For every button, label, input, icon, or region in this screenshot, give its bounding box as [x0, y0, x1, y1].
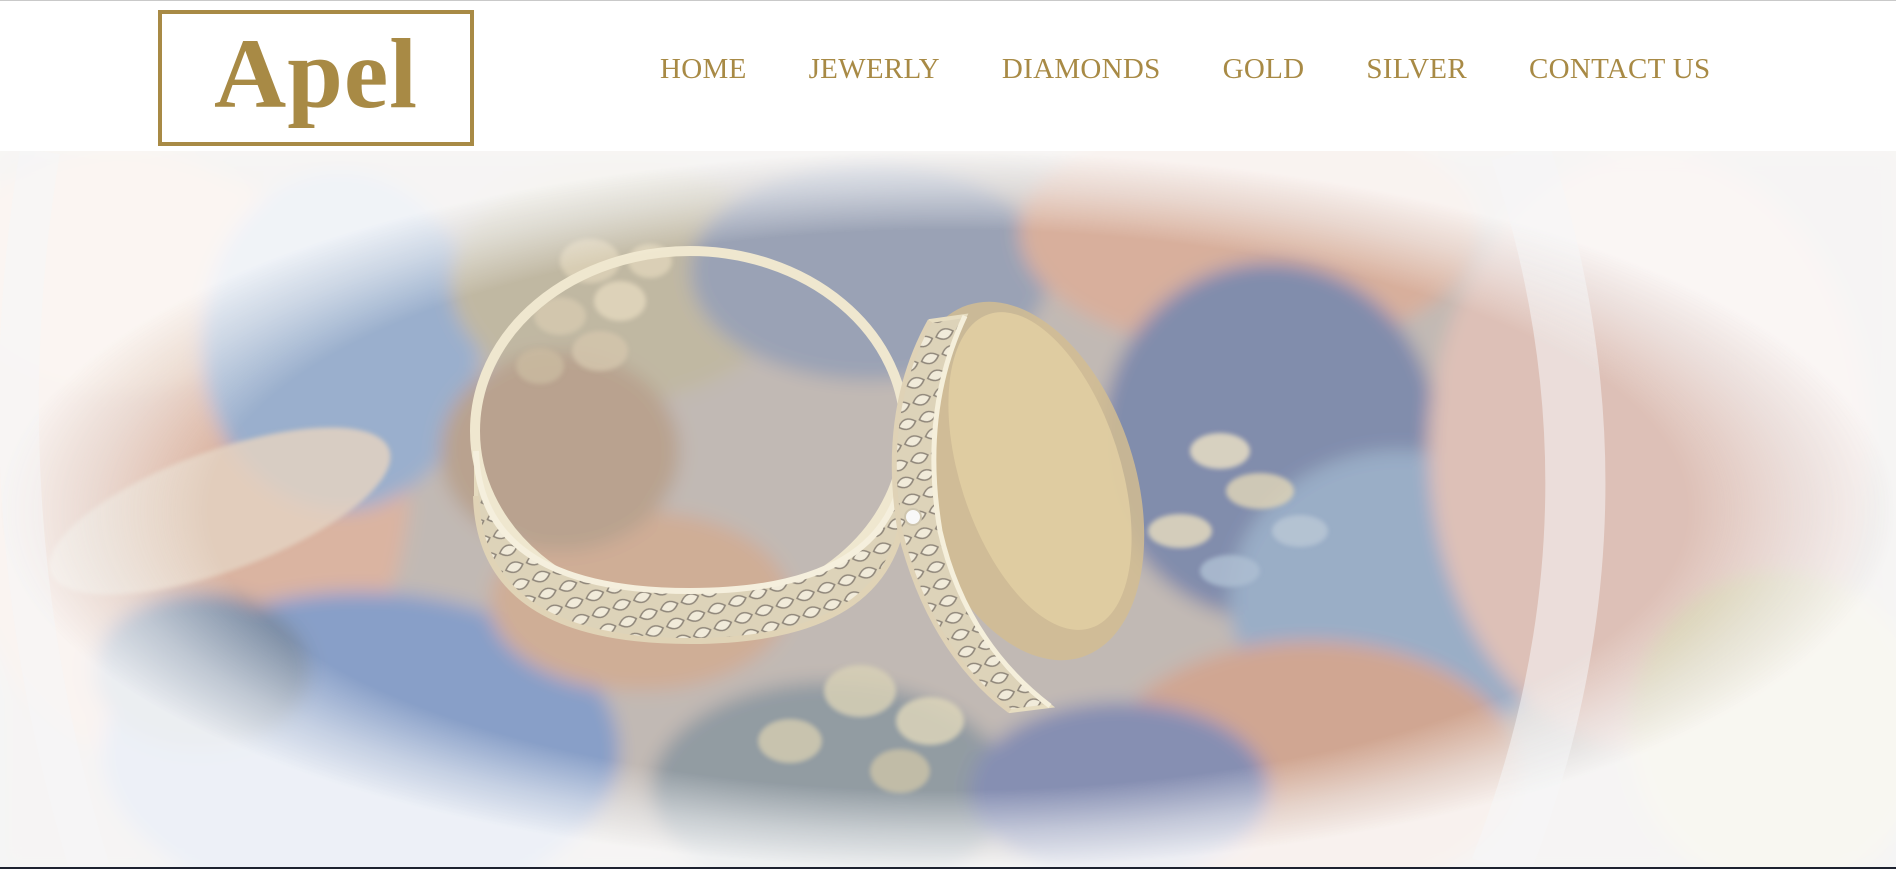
nav-contact-us[interactable]: CONTACT US [1529, 53, 1710, 86]
main-nav: HOME JEWERLY DIAMONDS GOLD SILVER CONTAC… [660, 49, 1710, 89]
nav-gold[interactable]: GOLD [1223, 53, 1305, 86]
hero-banner [0, 151, 1896, 869]
nav-home[interactable]: HOME [660, 53, 747, 86]
nav-jewelry[interactable]: JEWERLY [809, 53, 940, 86]
hero-rings-photo [0, 151, 1896, 869]
logo-text: Apel [214, 18, 418, 129]
nav-diamonds[interactable]: DIAMONDS [1002, 53, 1161, 86]
nav-silver[interactable]: SILVER [1366, 53, 1467, 86]
site-header: Apel HOME JEWERLY DIAMONDS GOLD SILVER C… [0, 0, 1896, 151]
logo[interactable]: Apel [158, 10, 474, 146]
